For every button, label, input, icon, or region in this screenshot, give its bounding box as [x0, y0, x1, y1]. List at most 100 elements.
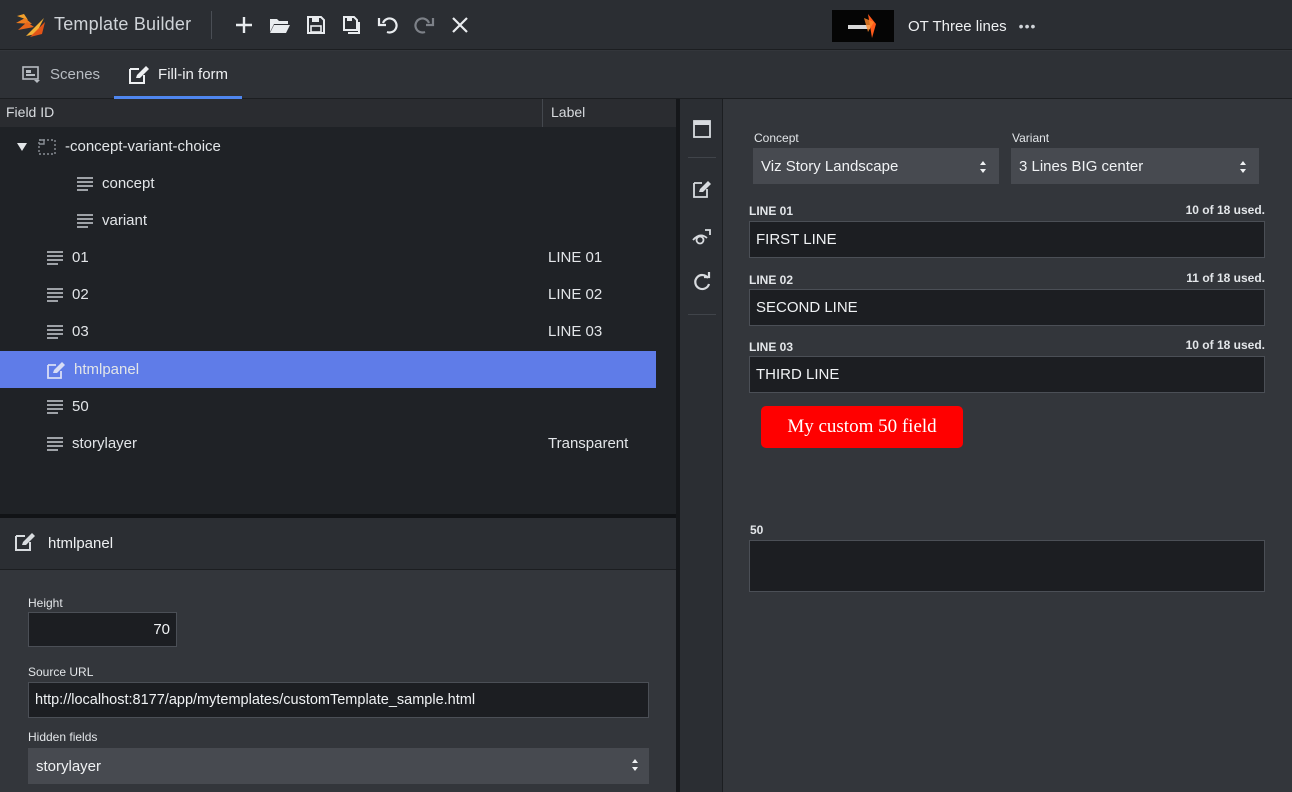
save-icon[interactable]	[298, 7, 334, 43]
tab-fill-in-form-label: Fill-in form	[158, 66, 229, 83]
properties-header: htmlpanel	[0, 518, 676, 570]
html-panel-icon	[46, 361, 66, 379]
fill-in-form-panel: Concept Viz Story Landscape Variant 3 Li…	[724, 99, 1292, 792]
concept-value: Viz Story Landscape	[761, 157, 899, 175]
tree-row-label: LINE 03	[548, 323, 603, 340]
tree-row-id: 03	[72, 323, 89, 340]
line-02-counter: 11 of 18 used.	[1186, 271, 1265, 285]
line-02-label: LINE 02	[749, 273, 794, 287]
top-bar: Template Builder OT Three lines •••	[0, 0, 1292, 50]
tree-row-02[interactable]: 02 LINE 02	[0, 276, 656, 313]
group-icon	[37, 138, 57, 156]
field-50-input[interactable]	[749, 540, 1265, 592]
app-title: Template Builder	[54, 14, 192, 34]
properties-panel: Height 70 Source URL http://localhost:81…	[0, 570, 676, 792]
field-tree: -concept-variant-choice concept variant …	[0, 127, 676, 515]
tree-row-id: htmlpanel	[74, 361, 140, 378]
text-field-icon	[76, 213, 94, 229]
text-field-icon	[46, 324, 64, 340]
tree-row-id: -concept-variant-choice	[65, 138, 221, 155]
open-folder-icon[interactable]	[262, 7, 298, 43]
redo-icon[interactable]	[406, 7, 442, 43]
tree-row-id: 01	[72, 249, 89, 266]
tree-row-concept[interactable]: concept	[0, 165, 656, 202]
tab-fill-in-form[interactable]: Fill-in form	[114, 51, 243, 99]
toolbar-separator	[211, 10, 213, 39]
scene-name: OT Three lines	[908, 17, 1007, 35]
hidden-fields-value: storylayer	[36, 757, 102, 775]
tree-row-label: LINE 02	[548, 286, 603, 303]
concept-label: Concept	[754, 131, 799, 145]
variant-value: 3 Lines BIG center	[1019, 157, 1144, 175]
edit-icon[interactable]	[684, 171, 720, 207]
height-input[interactable]: 70	[28, 612, 177, 647]
side-toolbar	[680, 99, 723, 792]
tab-scenes[interactable]: Scenes	[8, 51, 114, 98]
select-arrows-icon	[979, 159, 987, 179]
hidden-fields-label: Hidden fields	[28, 730, 98, 744]
tree-row-03[interactable]: 03 LINE 03	[0, 313, 656, 350]
tree-row-htmlpanel[interactable]: htmlpanel	[0, 351, 656, 388]
line-01-counter: 10 of 18 used.	[1185, 203, 1265, 217]
line-02-input[interactable]: SECOND LINE	[749, 289, 1265, 326]
scene-info: OT Three lines •••	[832, 10, 1036, 42]
text-field-icon	[76, 176, 94, 192]
text-field-icon	[46, 250, 64, 266]
text-field-icon	[46, 399, 64, 415]
variant-select[interactable]: 3 Lines BIG center	[1011, 148, 1259, 184]
field-50-label: 50	[750, 523, 764, 537]
tree-row-storylayer[interactable]: storylayer Transparent	[0, 425, 656, 462]
tree-row-id: variant	[102, 212, 148, 229]
tree-row-concept-variant-choice[interactable]: -concept-variant-choice	[0, 128, 656, 165]
scenes-icon	[22, 65, 42, 84]
edit-form-icon	[128, 65, 150, 85]
source-url-label: Source URL	[28, 665, 94, 679]
tree-row-id: 02	[72, 286, 89, 303]
tree-row-label: Transparent	[548, 435, 629, 452]
add-icon[interactable]	[226, 7, 262, 43]
select-arrows-icon	[1239, 159, 1247, 179]
preview-eye-icon[interactable]	[684, 219, 720, 255]
viz-logo-icon	[14, 10, 48, 40]
text-field-icon	[46, 436, 64, 452]
text-field-icon	[46, 287, 64, 303]
tab-scenes-label: Scenes	[50, 66, 101, 83]
close-icon[interactable]	[442, 7, 478, 43]
line-01-input[interactable]: FIRST LINE	[749, 221, 1265, 258]
tree-row-label: LINE 01	[548, 249, 603, 266]
left-panel: Field ID Label -concept-variant-choice c…	[0, 99, 676, 792]
tree-row-id: 50	[72, 398, 89, 415]
select-arrows-icon	[631, 757, 639, 777]
expand-triangle-icon[interactable]	[16, 142, 28, 152]
tab-bar: Scenes Fill-in form	[0, 51, 1292, 99]
undo-icon[interactable]	[370, 7, 406, 43]
refresh-icon[interactable]	[684, 264, 720, 300]
scene-thumbnail	[832, 10, 894, 42]
custom-field-badge: My custom 50 field	[761, 406, 963, 448]
tree-row-id: concept	[102, 175, 155, 192]
height-label: Height	[28, 596, 63, 610]
window-icon[interactable]	[684, 111, 720, 147]
tree-row-variant[interactable]: variant	[0, 202, 656, 239]
tree-row-50[interactable]: 50	[0, 388, 656, 425]
variant-label: Variant	[1012, 131, 1050, 145]
save-as-icon[interactable]	[334, 7, 370, 43]
toolbar-divider	[688, 157, 716, 158]
tree-row-01[interactable]: 01 LINE 01	[0, 239, 656, 276]
line-03-input[interactable]: THIRD LINE	[749, 356, 1265, 393]
line-03-label: LINE 03	[749, 340, 794, 354]
more-options-icon[interactable]: •••	[1019, 18, 1037, 34]
line-01-label: LINE 01	[749, 204, 794, 218]
properties-title: htmlpanel	[48, 535, 114, 552]
col-field-id[interactable]: Field ID	[0, 99, 543, 127]
col-label[interactable]: Label	[543, 99, 593, 127]
html-panel-icon	[14, 532, 36, 555]
line-03-counter: 10 of 18 used.	[1185, 338, 1265, 352]
hidden-fields-select[interactable]: storylayer	[28, 748, 649, 784]
source-url-input[interactable]: http://localhost:8177/app/mytemplates/cu…	[28, 682, 649, 718]
tree-row-id: storylayer	[72, 435, 138, 452]
brand: Template Builder	[0, 10, 191, 40]
toolbar-divider	[688, 314, 716, 315]
concept-select[interactable]: Viz Story Landscape	[753, 148, 999, 184]
tree-header: Field ID Label	[0, 99, 676, 127]
